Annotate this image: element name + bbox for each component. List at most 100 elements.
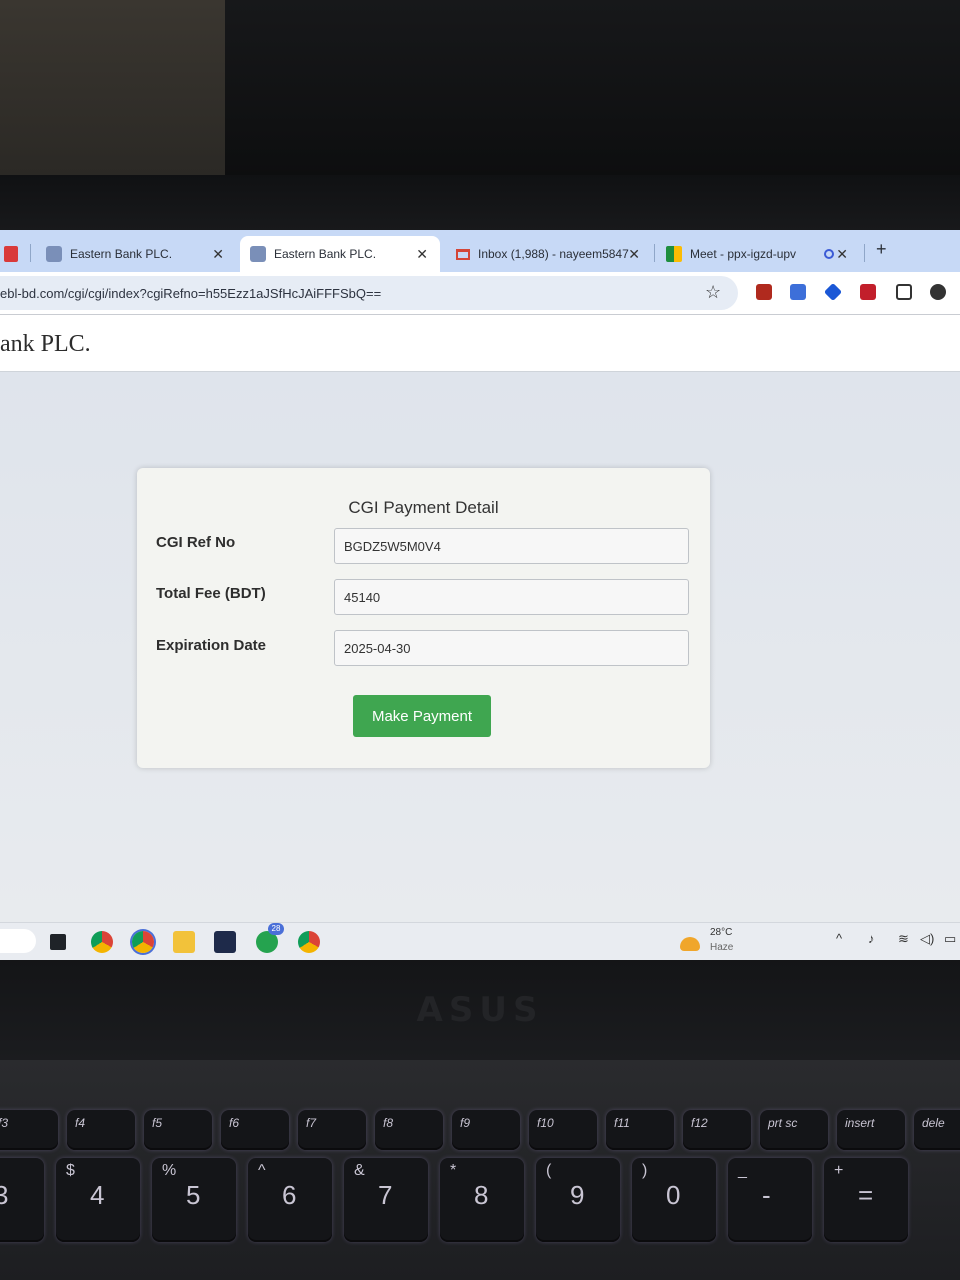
tab-separator <box>654 244 655 262</box>
number-key[interactable]: + = <box>824 1158 908 1242</box>
extension-red-book-icon[interactable] <box>756 284 772 300</box>
taskbar-search-box[interactable] <box>0 929 36 953</box>
key-shift-symbol: ) <box>642 1162 648 1179</box>
function-key[interactable]: f11 <box>606 1110 674 1150</box>
key-main-symbol: 8 <box>474 1180 489 1210</box>
battery-icon[interactable]: ▭ <box>944 931 956 947</box>
tab-label: Eastern Bank PLC. <box>274 247 377 261</box>
function-key[interactable]: f6 <box>221 1110 289 1150</box>
function-key[interactable]: f10 <box>529 1110 597 1150</box>
key-main-symbol: 5 <box>186 1180 201 1210</box>
function-key[interactable]: dele <box>914 1110 960 1150</box>
show-hidden-icons-chevron-icon[interactable]: ^ <box>836 931 842 946</box>
browser-tab-bar: Eastern Bank PLC. ✕ Eastern Bank PLC. ✕ … <box>0 230 960 272</box>
function-key[interactable]: f3 <box>0 1110 58 1150</box>
key-shift-symbol: $ <box>66 1162 75 1179</box>
function-key[interactable]: insert <box>837 1110 905 1150</box>
key-shift-symbol: & <box>354 1162 365 1179</box>
site-header: ank PLC. <box>0 315 960 372</box>
pinned-tab[interactable] <box>0 236 30 272</box>
tab-label: Inbox (1,988) - nayeem5847 <box>478 247 629 261</box>
chrome-profile-icon[interactable] <box>132 931 154 953</box>
number-key[interactable]: $4 <box>56 1158 140 1242</box>
card-title: CGI Payment Detail <box>348 498 499 517</box>
function-key[interactable]: prt sc <box>760 1110 828 1150</box>
function-key[interactable]: f7 <box>298 1110 366 1150</box>
close-tab-icon[interactable]: ✕ <box>836 246 848 263</box>
weather-temperature[interactable]: 28°C <box>710 927 732 938</box>
file-explorer-icon[interactable] <box>173 931 195 953</box>
function-key[interactable]: f9 <box>452 1110 520 1150</box>
volume-icon[interactable]: ◁) <box>920 931 934 947</box>
key-main-symbol: 6 <box>282 1180 297 1210</box>
weather-condition[interactable]: Haze <box>710 942 733 953</box>
extension-red-grid-icon[interactable] <box>860 284 876 300</box>
number-key[interactable]: ^ 6 <box>248 1158 332 1242</box>
chrome-app-icon[interactable] <box>298 931 320 953</box>
key-main-symbol: 9 <box>570 1180 585 1210</box>
close-tab-icon[interactable]: ✕ <box>212 246 224 263</box>
ref-no-label: CGI Ref No <box>156 534 236 551</box>
tab-label: Meet - ppx-igzd-upv <box>690 247 797 261</box>
number-key[interactable]: ) 0 <box>632 1158 716 1242</box>
laptop-brand-logo: ASUS <box>416 990 544 1030</box>
expiration-date-field[interactable] <box>334 630 689 666</box>
gmail-icon <box>456 248 470 260</box>
google-translate-icon[interactable] <box>790 284 806 300</box>
function-key[interactable]: f4 <box>67 1110 135 1150</box>
bank-favicon-icon <box>46 246 62 262</box>
number-key[interactable]: % 5 <box>152 1158 236 1242</box>
number-key[interactable]: * 8 <box>440 1158 524 1242</box>
task-view-icon[interactable] <box>50 934 66 950</box>
key-shift-symbol: ( <box>546 1162 552 1179</box>
number-key[interactable]: _ - <box>728 1158 812 1242</box>
chrome-icon[interactable] <box>91 931 113 953</box>
number-key[interactable]: (9 <box>536 1158 620 1242</box>
whatsapp-badge: 28 <box>268 923 284 935</box>
extension-blue-diamond-icon[interactable] <box>823 282 843 302</box>
screen-bezel-top <box>0 175 960 230</box>
pinned-favicon-icon <box>4 246 18 262</box>
key-main-symbol: 3 <box>0 1180 9 1210</box>
profile-avatar-icon[interactable] <box>930 284 946 300</box>
total-fee-field[interactable] <box>334 579 689 615</box>
sticky-notes-icon[interactable] <box>214 931 236 953</box>
ref-no-field[interactable] <box>334 528 689 564</box>
page-content: CGI Payment Detail CGI Ref No Total Fee … <box>0 372 960 922</box>
number-key[interactable]: #3 <box>0 1158 44 1242</box>
expiration-date-label: Expiration Date <box>156 637 267 654</box>
tab-separator <box>864 244 865 262</box>
site-title: ank PLC. <box>0 331 91 357</box>
tab-gmail-inbox[interactable]: Inbox (1,988) - nayeem5847 ✕ <box>446 236 652 272</box>
tab-eastern-bank-1[interactable]: Eastern Bank PLC. ✕ <box>36 236 236 272</box>
function-key[interactable]: f8 <box>375 1110 443 1150</box>
key-shift-symbol: % <box>162 1162 177 1179</box>
payment-detail-card: CGI Payment Detail CGI Ref No Total Fee … <box>137 468 710 768</box>
tab-label: Eastern Bank PLC. <box>70 247 173 261</box>
recording-indicator-icon <box>824 249 834 259</box>
new-tab-button[interactable]: + <box>876 239 887 260</box>
tab-google-meet[interactable]: Meet - ppx-igzd-upv ✕ <box>656 236 860 272</box>
address-bar[interactable]: ebl-bd.com/cgi/cgi/index?cgiRefno=h55Ezz… <box>0 276 738 310</box>
windows-taskbar: 28 28°C Haze ^ ♪ ≋ ◁) ▭ <box>0 922 960 960</box>
meet-icon <box>666 246 682 262</box>
key-main-symbol: 7 <box>378 1180 393 1210</box>
cast-screen-icon[interactable] <box>896 284 912 300</box>
wifi-icon[interactable]: ≋ <box>898 931 909 947</box>
key-shift-symbol: ^ <box>258 1162 266 1179</box>
make-payment-button[interactable]: Make Payment <box>353 695 491 737</box>
key-main-symbol: = <box>858 1180 874 1210</box>
total-fee-label: Total Fee (BDT) <box>156 585 266 602</box>
keyboard-deck: f3f4f5f6f7f8f9f10f11f12prt scinsertdele … <box>0 1060 960 1280</box>
microphone-icon[interactable]: ♪ <box>868 931 875 946</box>
number-key[interactable]: & 7 <box>344 1158 428 1242</box>
function-key[interactable]: f12 <box>683 1110 751 1150</box>
close-tab-icon[interactable]: ✕ <box>416 246 428 263</box>
close-tab-icon[interactable]: ✕ <box>628 246 640 263</box>
tab-eastern-bank-active[interactable]: Eastern Bank PLC. ✕ <box>240 236 440 272</box>
weather-icon[interactable] <box>680 937 700 951</box>
bookmark-star-icon[interactable]: ☆ <box>705 282 721 303</box>
function-key[interactable]: f5 <box>144 1110 212 1150</box>
key-main-symbol: - <box>762 1180 771 1210</box>
bank-favicon-icon <box>250 246 266 262</box>
